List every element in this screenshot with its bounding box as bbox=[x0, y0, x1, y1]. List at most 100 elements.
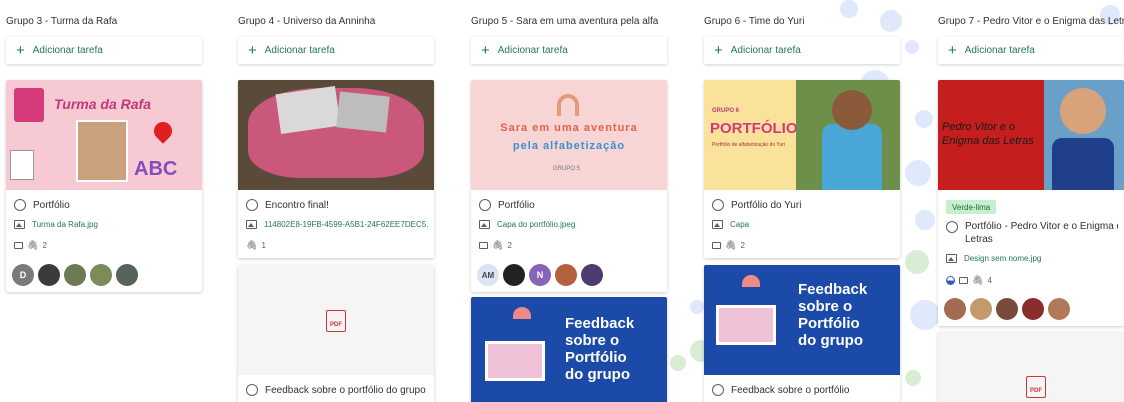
cover-letters: ABC bbox=[134, 158, 178, 180]
paperclip-icon: 🖇 bbox=[27, 240, 39, 250]
bucket-grupo-3: Grupo 3 - Turma da Rafa + Adicionar tare… bbox=[6, 0, 202, 402]
task-title: Portfólio bbox=[498, 199, 535, 211]
task-meta: 🖇 4 bbox=[946, 275, 1118, 286]
bucket-grupo-6: Grupo 6 - Time do Yuri + Adicionar taref… bbox=[704, 0, 900, 402]
complete-task-checkbox[interactable] bbox=[14, 199, 26, 211]
add-task-button[interactable]: + Adicionar tarefa bbox=[6, 37, 202, 64]
avatar[interactable]: D bbox=[12, 264, 34, 286]
cover-title-text: Turma da Rafa bbox=[54, 96, 151, 112]
attachment-link[interactable]: Capa bbox=[730, 220, 749, 229]
task-title: Feedback sobre o portfólio do grupo bbox=[265, 384, 426, 396]
attachment-link[interactable]: Turma da Rafa.jpg bbox=[32, 220, 98, 229]
attachment-link[interactable]: 114802E8-19FB-4599-A5B1-24F62EE7DEC5.jpg bbox=[264, 220, 428, 229]
avatar[interactable] bbox=[555, 264, 577, 286]
comment-icon bbox=[959, 277, 968, 284]
add-task-button[interactable]: + Adicionar tarefa bbox=[471, 37, 667, 64]
child-face bbox=[1060, 88, 1106, 134]
complete-task-checkbox[interactable] bbox=[479, 199, 491, 211]
add-task-button[interactable]: + Adicionar tarefa bbox=[704, 37, 900, 64]
task-card[interactable]: Sara em uma aventura pela alfabetização … bbox=[471, 80, 667, 292]
attachment-row: Design sem nome.jpg bbox=[946, 254, 1118, 263]
task-card[interactable]: Feedback sobre o Portfólio do grupo bbox=[471, 297, 667, 402]
bucket-title[interactable]: Grupo 7 - Pedro Vitor e o Enigma das Let… bbox=[938, 16, 1124, 27]
plus-icon: + bbox=[248, 42, 257, 59]
plus-icon: + bbox=[948, 42, 957, 59]
avatar[interactable] bbox=[503, 264, 525, 286]
child-face bbox=[832, 90, 872, 130]
bucket-grupo-7: Grupo 7 - Pedro Vitor e o Enigma das Let… bbox=[938, 0, 1124, 402]
task-card[interactable]: PDF Feedback sobre o portfólio do grupo bbox=[238, 265, 434, 402]
avatar[interactable] bbox=[1048, 298, 1070, 320]
avatar[interactable] bbox=[64, 264, 86, 286]
task-meta: 🖇 2 bbox=[712, 240, 894, 251]
complete-task-checkbox[interactable] bbox=[712, 384, 724, 396]
avatar[interactable] bbox=[38, 264, 60, 286]
task-card[interactable]: PDF bbox=[938, 332, 1124, 402]
bucket-title[interactable]: Grupo 3 - Turma da Rafa bbox=[6, 16, 202, 27]
heart-decoration bbox=[150, 118, 176, 144]
avatar[interactable] bbox=[1022, 298, 1044, 320]
lamp-icon bbox=[742, 275, 760, 287]
task-card[interactable]: Feedback sobre o Portfólio do grupo Feed… bbox=[704, 265, 900, 402]
add-task-button[interactable]: + Adicionar tarefa bbox=[938, 37, 1124, 64]
task-card[interactable]: Encontro final! 114802E8-19FB-4599-A5B1-… bbox=[238, 80, 434, 258]
feedback-cover-text: Feedback sobre o Portfólio do grupo bbox=[565, 315, 635, 383]
avatar[interactable]: N bbox=[529, 264, 551, 286]
cover-title-text: PORTFÓLIO bbox=[710, 120, 798, 137]
task-cover-image: Pedro Vitor e o Enigma das Letras bbox=[938, 80, 1124, 190]
complete-task-checkbox[interactable] bbox=[946, 221, 958, 233]
add-task-button[interactable]: + Adicionar tarefa bbox=[238, 37, 434, 64]
task-cover-image: GRUPO 6 PORTFÓLIO Portfólio de alfabetiz… bbox=[704, 80, 900, 190]
avatar[interactable] bbox=[90, 264, 112, 286]
task-cover-image: Sara em uma aventura pela alfabetização … bbox=[471, 80, 667, 190]
bucket-grupo-5: Grupo 5 - Sara em uma aventura pela alfa… bbox=[471, 0, 667, 402]
attachment-count: 2 bbox=[507, 241, 512, 250]
bucket-title[interactable]: Grupo 5 - Sara em uma aventura pela alfa bbox=[471, 16, 667, 27]
comment-icon bbox=[14, 242, 23, 249]
child-shirt bbox=[822, 124, 882, 190]
bucket-title[interactable]: Grupo 6 - Time do Yuri bbox=[704, 16, 900, 27]
task-card[interactable]: GRUPO 6 PORTFÓLIO Portfólio de alfabetiz… bbox=[704, 80, 900, 258]
image-icon bbox=[712, 220, 723, 229]
cover-title-text: Pedro Vitor e o Enigma das Letras bbox=[942, 121, 1034, 147]
avatar[interactable] bbox=[944, 298, 966, 320]
task-meta: 🖇 1 bbox=[246, 240, 428, 251]
paperclip-icon: 🖇 bbox=[972, 275, 984, 285]
avatar[interactable] bbox=[970, 298, 992, 320]
complete-task-checkbox[interactable] bbox=[246, 199, 258, 211]
avatar[interactable]: AM bbox=[477, 264, 499, 286]
complete-task-checkbox[interactable] bbox=[712, 199, 724, 211]
cover-small-text: GRUPO 5 bbox=[553, 166, 581, 172]
add-task-label: Adicionar tarefa bbox=[497, 45, 568, 56]
avatar[interactable] bbox=[116, 264, 138, 286]
task-title: Encontro final! bbox=[265, 199, 329, 211]
task-title: Portfólio do Yuri bbox=[731, 199, 802, 211]
photo-print bbox=[275, 86, 341, 134]
avatar[interactable] bbox=[581, 264, 603, 286]
task-title: Portfólio - Pedro Vitor e o Enigma das L… bbox=[965, 221, 1118, 245]
avatar[interactable] bbox=[996, 298, 1018, 320]
complete-task-checkbox[interactable] bbox=[246, 384, 258, 396]
assignee-avatars bbox=[944, 298, 1070, 320]
attachment-row: Capa bbox=[712, 220, 894, 229]
image-icon bbox=[479, 220, 490, 229]
photo-print bbox=[336, 91, 390, 133]
attachment-link[interactable]: Capa do portfólio.jpeg bbox=[497, 220, 575, 229]
task-title-row: Feedback sobre o portfólio do grupo bbox=[246, 384, 428, 396]
attachment-count: 2 bbox=[42, 241, 47, 250]
progress-icon bbox=[946, 276, 955, 285]
attachment-link[interactable]: Design sem nome.jpg bbox=[964, 254, 1041, 263]
assignee-avatars: AM N bbox=[477, 264, 603, 286]
comment-icon bbox=[479, 242, 488, 249]
task-card[interactable]: Pedro Vitor e o Enigma das Letras Verde-… bbox=[938, 80, 1124, 326]
task-title: Portfólio bbox=[33, 199, 70, 211]
rainbow-decoration bbox=[557, 94, 579, 116]
laptop-illustration bbox=[716, 305, 776, 345]
attachment-row: 114802E8-19FB-4599-A5B1-24F62EE7DEC5.jpg bbox=[246, 220, 428, 229]
feedback-cover-text: Feedback sobre o Portfólio do grupo bbox=[798, 281, 868, 349]
cover-subtitle: Portfólio de alfabetização do Yuri bbox=[712, 142, 786, 148]
label-chip[interactable]: Verde-lima bbox=[946, 200, 997, 214]
bucket-title[interactable]: Grupo 4 - Universo da Anninha bbox=[238, 16, 434, 27]
task-card[interactable]: Turma da Rafa ABC Portfólio Turma da Raf… bbox=[6, 80, 202, 292]
paperclip-icon: 🖇 bbox=[246, 240, 258, 250]
